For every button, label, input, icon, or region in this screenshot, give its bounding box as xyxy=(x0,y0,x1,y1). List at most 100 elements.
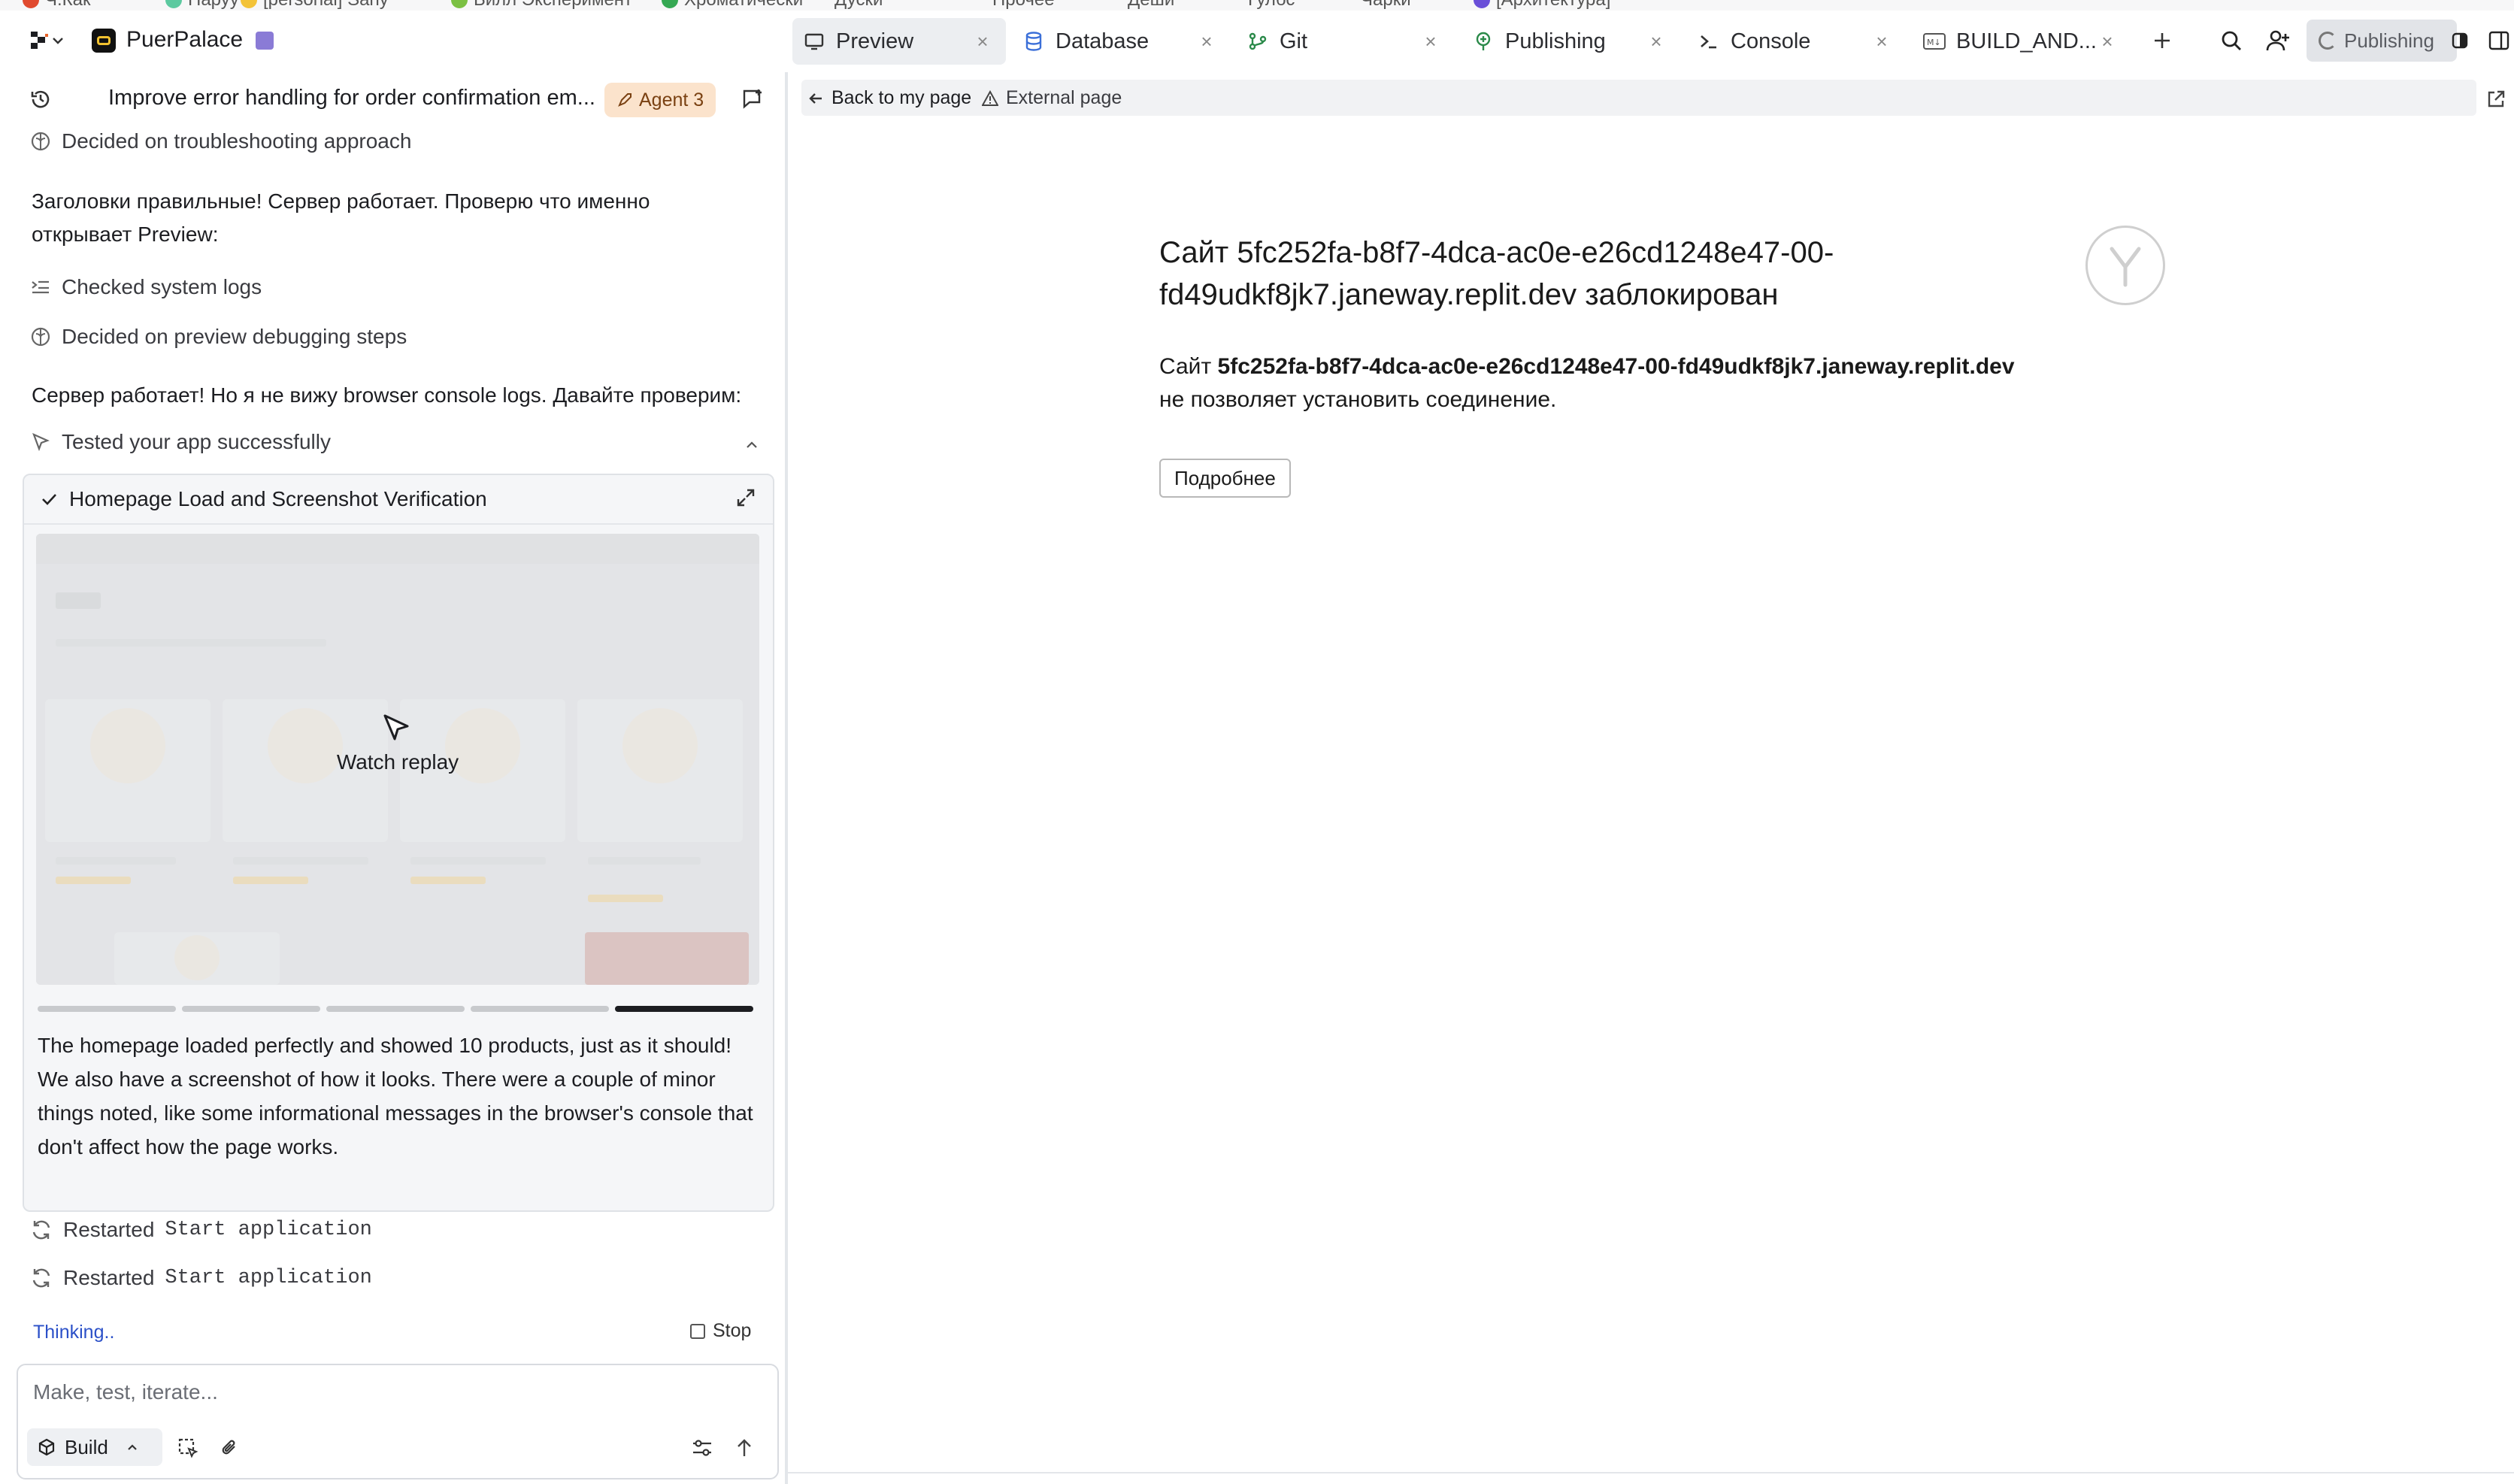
bookmark-item[interactable]: Ч.Как xyxy=(23,0,91,10)
tab-build-and[interactable]: M↓ BUILD_AND... × xyxy=(1913,18,2131,65)
test-summary: The homepage loaded perfectly and showed… xyxy=(38,1034,753,1158)
select-element-icon[interactable] xyxy=(171,1431,204,1464)
theme-toggle-icon[interactable] xyxy=(2443,24,2476,57)
stop-icon xyxy=(690,1323,705,1339)
close-icon[interactable]: × xyxy=(2096,30,2119,53)
new-chat-icon[interactable] xyxy=(737,83,770,116)
tab-label: Console xyxy=(1731,29,1811,53)
chevron-down-icon[interactable] xyxy=(47,24,69,57)
agent-message: Сервер работает! Но я не вижу browser co… xyxy=(32,383,742,407)
cursor-icon xyxy=(380,711,413,744)
tab-label: Publishing xyxy=(1505,29,1606,53)
bookmark-item[interactable]: Билл Эксперимент xyxy=(451,0,632,10)
close-icon[interactable]: × xyxy=(971,30,994,53)
history-icon[interactable] xyxy=(24,83,57,116)
cube-icon xyxy=(38,1438,56,1456)
bookmark-item[interactable]: Хроматически xyxy=(662,0,803,10)
send-arrow-icon[interactable] xyxy=(728,1431,761,1464)
mode-label: Build xyxy=(65,1435,108,1458)
agent-message: Заголовки правильные! Сервер работает. П… xyxy=(32,189,650,246)
tab-console[interactable]: Console × xyxy=(1687,18,1905,65)
brain-icon xyxy=(30,326,51,347)
panel-divider[interactable] xyxy=(785,72,788,1484)
new-tab-plus-icon[interactable] xyxy=(2146,24,2179,57)
error-body: Сайт 5fc252fa-b8f7-4dca-ac0e-e26cd1248e4… xyxy=(1159,350,2061,416)
refresh-icon xyxy=(30,1267,53,1289)
test-result-card: Homepage Load and Screenshot Verificatio… xyxy=(23,474,774,1212)
bookmark-item[interactable]: [Архитектура] xyxy=(1474,0,1610,10)
agent-badge[interactable]: Agent 3 xyxy=(604,83,716,117)
back-label: Back to my page xyxy=(831,87,972,108)
tab-database[interactable]: Database × xyxy=(1012,18,1230,65)
browser-logo-icon xyxy=(2085,226,2165,305)
bookmark-item[interactable]: [personal] Sany xyxy=(241,0,389,10)
close-icon[interactable]: × xyxy=(1870,30,1893,53)
chevron-up-icon[interactable] xyxy=(735,429,768,462)
restart-prefix: Restarted xyxy=(63,1266,155,1289)
publishing-button[interactable]: Publishing xyxy=(2307,20,2457,62)
svg-text:M↓: M↓ xyxy=(1927,38,1941,47)
close-icon[interactable]: × xyxy=(1419,30,1442,53)
progress-segment-active[interactable] xyxy=(615,1006,753,1012)
open-external-icon[interactable] xyxy=(2481,83,2511,116)
action-text: Decided on troubleshooting approach xyxy=(62,129,412,153)
action-text: Checked system logs xyxy=(62,275,262,298)
action-row[interactable]: Checked system logs xyxy=(30,275,262,299)
progress-segment[interactable] xyxy=(182,1006,320,1012)
action-row[interactable]: Decided on preview debugging steps xyxy=(30,325,407,349)
tab-label: Preview xyxy=(836,29,914,53)
restart-row[interactable]: Restarted Start application xyxy=(30,1266,372,1290)
progress-segment[interactable] xyxy=(38,1006,176,1012)
toggle-sidebar-icon[interactable] xyxy=(2484,24,2514,57)
action-row[interactable]: Decided on troubleshooting approach xyxy=(30,129,411,153)
markdown-icon: M↓ xyxy=(1923,30,1946,53)
close-icon[interactable]: × xyxy=(1645,30,1667,53)
stop-label: Stop xyxy=(713,1320,752,1341)
back-to-my-page-button[interactable]: Back to my page xyxy=(807,87,971,109)
chat-title[interactable]: Improve error handling for order confirm… xyxy=(108,86,595,111)
settings-sliders-icon[interactable] xyxy=(686,1431,719,1464)
close-icon[interactable]: × xyxy=(1195,30,1218,53)
bookmark-item[interactable]: Наруу xyxy=(165,0,239,10)
app-icon xyxy=(92,29,116,53)
progress-segment[interactable] xyxy=(471,1006,609,1012)
bookmark-item[interactable]: Дуски xyxy=(834,0,883,10)
tab-label: BUILD_AND... xyxy=(1956,29,2097,53)
invite-user-icon[interactable] xyxy=(2261,24,2294,57)
details-button[interactable]: Подробнее xyxy=(1159,459,1291,498)
action-text: Tested your app successfully xyxy=(62,430,331,453)
mode-selector[interactable]: Build xyxy=(27,1428,162,1466)
bookmark-item[interactable]: Прочее xyxy=(992,0,1055,10)
search-icon[interactable] xyxy=(2215,24,2248,57)
test-card-header[interactable]: Homepage Load and Screenshot Verificatio… xyxy=(24,475,773,525)
database-icon xyxy=(1022,30,1045,53)
tab-publishing[interactable]: Publishing × xyxy=(1461,18,1680,65)
checkmark-icon xyxy=(41,491,57,507)
bookmark-item[interactable]: Деши xyxy=(1128,0,1174,10)
publishing-icon xyxy=(1472,30,1495,53)
tab-preview[interactable]: Preview × xyxy=(792,18,1006,65)
arrow-left-icon xyxy=(807,90,824,107)
chat-input[interactable]: Make, test, iterate... xyxy=(33,1380,218,1404)
stop-button[interactable]: Stop xyxy=(690,1320,751,1342)
spinner-icon xyxy=(2319,32,2337,50)
bookmarks-bar: Ч.Как Наруу [personal] Sany Билл Экспери… xyxy=(0,0,2514,11)
bookmark-item[interactable]: Гулбс xyxy=(1248,0,1295,10)
restart-row[interactable]: Restarted Start application xyxy=(30,1218,372,1242)
app-name[interactable]: PuerPalace xyxy=(126,27,243,53)
refresh-icon xyxy=(30,1219,53,1241)
chat-input-box[interactable]: Make, test, iterate... Build xyxy=(17,1364,779,1479)
expand-icon[interactable] xyxy=(735,487,756,508)
error-body-suffix: не позволяет установить соединение. xyxy=(1159,387,1557,412)
action-text: Decided on preview debugging steps xyxy=(62,325,407,348)
replay-thumbnail[interactable]: Watch replay xyxy=(36,534,759,985)
attach-icon[interactable] xyxy=(214,1431,247,1464)
progress-segment[interactable] xyxy=(326,1006,465,1012)
bookmark-item[interactable]: Чарки xyxy=(1361,0,1411,10)
watch-replay-label[interactable]: Watch replay xyxy=(36,750,759,774)
tab-git[interactable]: Git × xyxy=(1236,18,1454,65)
git-icon xyxy=(1246,30,1269,53)
chevron-up-icon xyxy=(126,1441,138,1453)
error-title: Сайт 5fc252fa-b8f7-4dca-ac0e-e26cd1248e4… xyxy=(1159,236,1834,311)
action-row[interactable]: Tested your app successfully xyxy=(30,430,331,454)
